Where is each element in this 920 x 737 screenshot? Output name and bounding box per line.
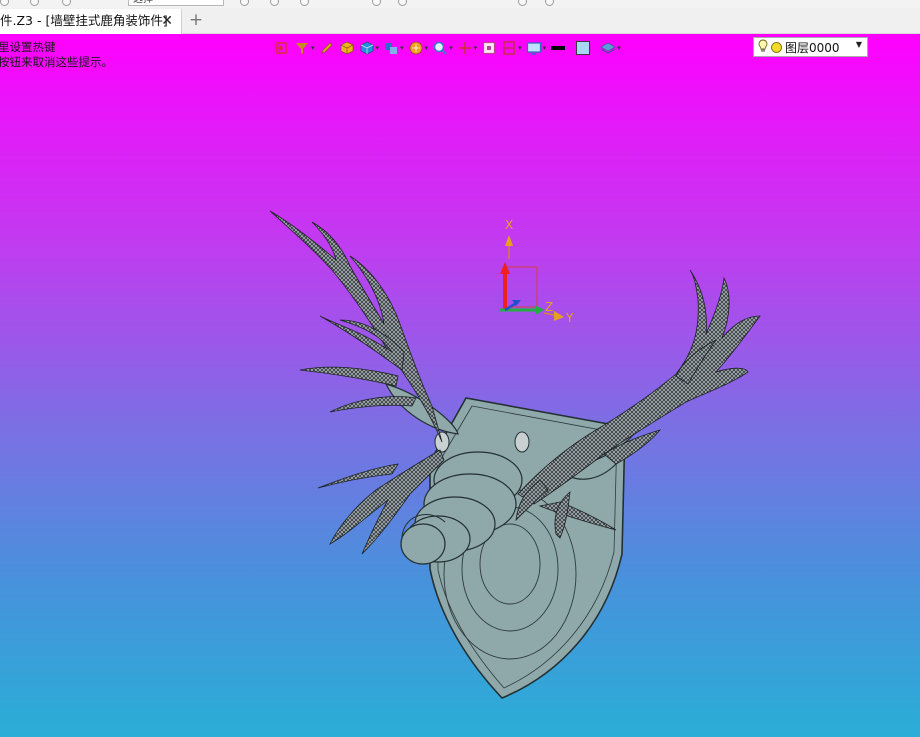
layer-color-dot <box>771 41 782 53</box>
toolbar-button-cube-blue[interactable]: ▾ <box>359 37 380 59</box>
toolbar-button-zoom[interactable]: ▾ <box>432 37 453 59</box>
chevron-down-icon[interactable]: ▼ <box>856 40 862 49</box>
cube-blue-icon <box>360 41 373 55</box>
chevron-down-icon[interactable]: ▾ <box>617 44 621 52</box>
filter-icon <box>296 43 308 54</box>
toolbar-button-line-style[interactable] <box>550 37 566 59</box>
toolbar-button-pencil[interactable] <box>319 37 335 59</box>
new-tab-button[interactable]: + <box>186 10 206 32</box>
lightbulb-icon[interactable] <box>758 39 768 56</box>
snap-icon[interactable] <box>240 0 249 6</box>
toolbar-button-views[interactable]: ▾ <box>383 37 404 59</box>
model-scene: X Z Y <box>269 210 761 699</box>
chevron-down-icon[interactable]: ▾ <box>311 44 315 52</box>
pick-icon[interactable] <box>270 0 279 6</box>
chevron-down-icon[interactable]: ▾ <box>474 44 478 52</box>
left-antler <box>269 210 445 555</box>
undo-icon[interactable] <box>30 0 39 6</box>
render-icon <box>409 41 422 55</box>
toolbar-button-color-swatch[interactable] <box>575 37 591 59</box>
color-swatch-icon <box>576 41 591 55</box>
layer-manager-icon <box>600 42 616 54</box>
layer-name: 图层0000 <box>785 40 840 55</box>
gear-icon[interactable] <box>62 0 71 6</box>
info-icon[interactable] <box>545 0 554 6</box>
toolbar-button-axis[interactable]: ▾ <box>457 37 478 59</box>
3d-viewport[interactable]: 里设置热键 按钮来取消这些提示。 X Z Y ▾ ▾ ▾ ▾ ▾ ▾ ▾ ▾ ▾… <box>0 34 920 737</box>
cube-yellow-icon <box>340 41 353 55</box>
layer-select[interactable]: 图层0000 ▼ <box>753 37 868 57</box>
axis-icon <box>458 42 471 54</box>
frame-icon <box>482 41 496 55</box>
chevron-down-icon[interactable]: ▾ <box>376 44 380 52</box>
exit-icon <box>275 42 287 54</box>
toolbar-button-filter[interactable]: ▾ <box>294 37 315 59</box>
toolbar-button-exit[interactable] <box>274 37 290 59</box>
circle-icon[interactable] <box>372 0 381 6</box>
axis-label-y: Y <box>565 311 574 325</box>
toolbar-button-cube-yellow[interactable] <box>339 37 355 59</box>
pencil-icon <box>321 42 332 54</box>
view-toolbar: ▾ ▾ ▾ ▾ ▾ ▾ ▾ ▾ ▾ <box>274 36 625 60</box>
display-icon <box>526 42 541 55</box>
toolbar-button-render[interactable]: ▾ <box>408 37 429 59</box>
close-icon[interactable]: ✕ <box>161 9 173 33</box>
quick-access-bar: 选择 <box>0 0 920 8</box>
zoom-icon <box>433 41 447 55</box>
toolbar-button-frame[interactable] <box>481 37 497 59</box>
help-icon[interactable] <box>518 0 527 6</box>
chevron-down-icon[interactable]: ▾ <box>518 44 522 52</box>
toolbar-button-layer-manager[interactable]: ▾ <box>600 37 621 59</box>
document-tab-title: 件.Z3 - [墙壁挂式鹿角装饰件] <box>0 13 168 28</box>
document-tab-bar: 件.Z3 - [墙壁挂式鹿角装饰件] ✕ + <box>0 8 920 34</box>
toolbar-button-section[interactable]: ▾ <box>501 37 522 59</box>
coordinate-triad <box>500 235 564 321</box>
chevron-down-icon[interactable]: ▾ <box>400 44 404 52</box>
toolbar-button-display[interactable]: ▾ <box>526 37 547 59</box>
chevron-down-icon[interactable]: ▾ <box>543 44 547 52</box>
circle-icon[interactable] <box>398 0 407 6</box>
axis-label-x: X <box>505 218 513 232</box>
chevron-down-icon[interactable]: ▾ <box>449 44 453 52</box>
save-icon[interactable] <box>0 0 9 6</box>
axis-label-z: Z <box>545 300 553 314</box>
chevron-down-icon[interactable]: ▾ <box>425 44 429 52</box>
views-icon <box>385 43 398 54</box>
section-icon <box>503 41 515 55</box>
document-tab[interactable]: 件.Z3 - [墙壁挂式鹿角装饰件] ✕ <box>0 9 182 34</box>
redo-icon[interactable] <box>300 0 309 6</box>
line-style-icon <box>551 46 566 50</box>
filter-select[interactable]: 选择 <box>128 0 224 6</box>
